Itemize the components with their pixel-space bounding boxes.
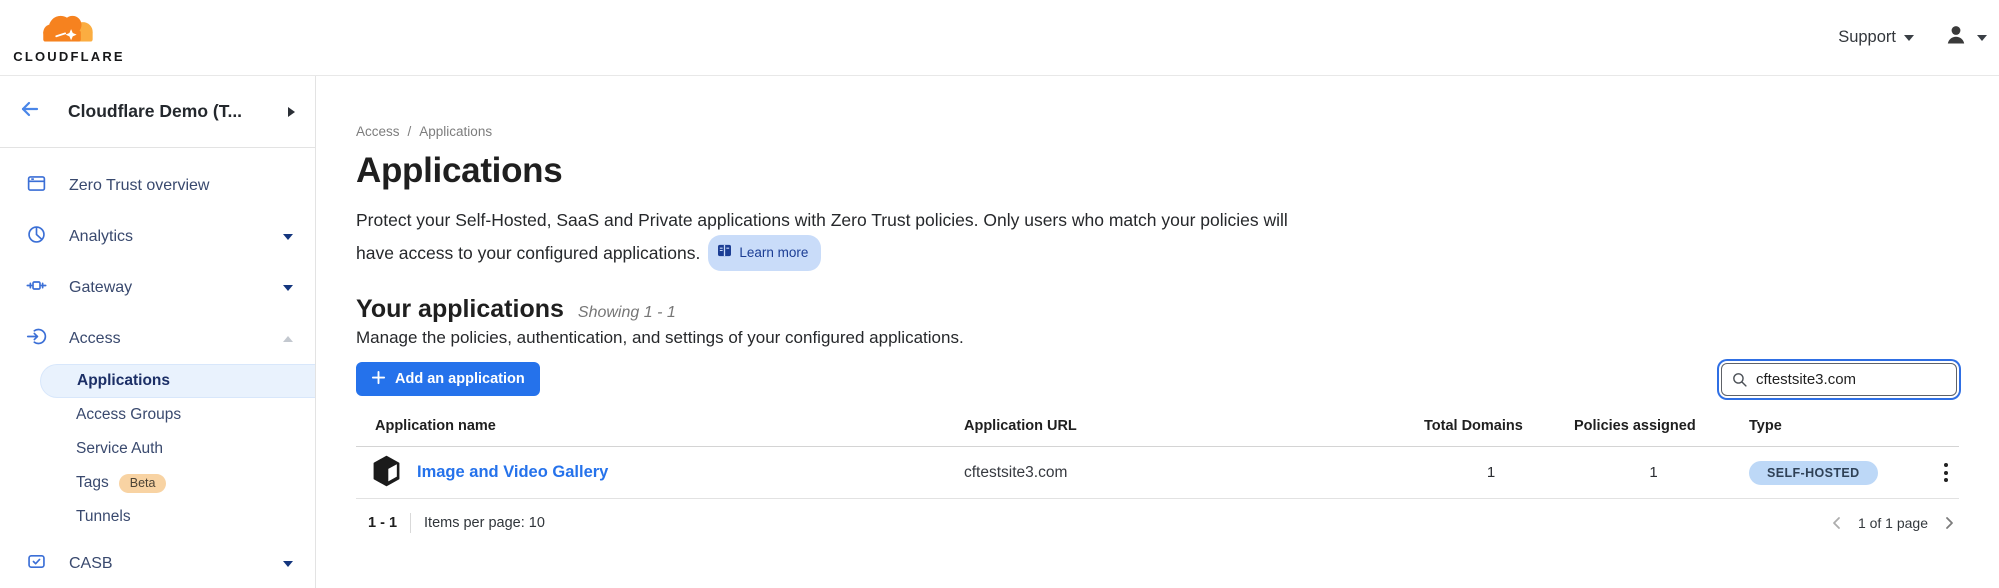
row-actions-kebab-icon[interactable] bbox=[1932, 459, 1959, 486]
sidebar-item-label: Tags bbox=[76, 474, 109, 492]
sidebar-item-service-auth[interactable]: Service Auth bbox=[0, 432, 315, 466]
back-arrow-icon[interactable] bbox=[18, 97, 42, 126]
cloudflare-wordmark: CLOUDFLARE bbox=[13, 49, 125, 64]
chevron-up-icon bbox=[283, 336, 293, 342]
applications-table: Application name Application URL Total D… bbox=[356, 418, 1959, 533]
section-header: Your applications Showing 1 - 1 bbox=[356, 295, 1959, 324]
account-expand-icon[interactable] bbox=[288, 107, 295, 117]
column-application-name: Application name bbox=[356, 418, 956, 434]
search-input[interactable] bbox=[1721, 363, 1957, 396]
breadcrumb-separator: / bbox=[408, 124, 412, 139]
column-type: Type bbox=[1741, 418, 1926, 434]
page-description: Protect your Self-Hosted, SaaS and Priva… bbox=[356, 205, 1301, 271]
sidebar-item-label: Service Auth bbox=[76, 440, 163, 458]
top-bar: CLOUDFLARE Support bbox=[0, 0, 1999, 76]
policies-assigned-cell: 1 bbox=[1566, 464, 1741, 481]
next-page-icon[interactable] bbox=[1941, 515, 1957, 531]
sidebar-item-zero-trust-overview[interactable]: Zero Trust overview bbox=[0, 160, 315, 211]
learn-more-link[interactable]: Learn more bbox=[708, 235, 821, 271]
sidebar-item-tags[interactable]: Tags Beta bbox=[0, 466, 315, 500]
search-box bbox=[1721, 363, 1957, 396]
sidebar-item-label: Applications bbox=[77, 372, 170, 390]
application-url-cell: cftestsite3.com bbox=[956, 464, 1416, 482]
column-policies-assigned: Policies assigned bbox=[1566, 418, 1741, 434]
sidebar-item-label: Zero Trust overview bbox=[69, 177, 293, 195]
footer-divider bbox=[410, 513, 411, 533]
page-description-text: Protect your Self-Hosted, SaaS and Priva… bbox=[356, 210, 1288, 263]
sidebar-item-label: Access Groups bbox=[76, 406, 181, 424]
table-footer: 1 - 1 Items per page: 10 1 of 1 page bbox=[356, 499, 1959, 533]
sidebar-item-label: Tunnels bbox=[76, 508, 131, 526]
sidebar-item-access-groups[interactable]: Access Groups bbox=[0, 398, 315, 432]
section-title: Your applications bbox=[356, 295, 564, 324]
page-status: 1 of 1 page bbox=[1858, 515, 1928, 531]
cloudflare-logo[interactable]: CLOUDFLARE bbox=[14, 11, 124, 64]
sidebar-item-tunnels[interactable]: Tunnels bbox=[0, 500, 315, 534]
showing-count: Showing 1 - 1 bbox=[578, 304, 676, 322]
previous-page-icon[interactable] bbox=[1829, 515, 1845, 531]
sidebar-item-label: CASB bbox=[69, 555, 283, 573]
pagination-left: 1 - 1 Items per page: 10 bbox=[368, 513, 545, 533]
toolbar: Add an application bbox=[356, 362, 1959, 396]
book-icon bbox=[717, 238, 732, 268]
table-header-row: Application name Application URL Total D… bbox=[356, 418, 1959, 447]
application-link[interactable]: Image and Video Gallery bbox=[417, 463, 608, 482]
pie-chart-icon bbox=[26, 224, 47, 250]
section-subtitle: Manage the policies, authentication, and… bbox=[356, 328, 1959, 348]
type-cell: SELF-HOSTED bbox=[1741, 461, 1926, 485]
plus-icon bbox=[371, 370, 386, 389]
column-total-domains: Total Domains bbox=[1416, 418, 1566, 434]
application-name-cell: Image and Video Gallery bbox=[356, 454, 956, 492]
add-application-label: Add an application bbox=[395, 371, 525, 387]
sidebar-nav: Zero Trust overview Analytics Gateway bbox=[0, 148, 315, 588]
casb-check-icon bbox=[26, 551, 47, 577]
total-domains-cell: 1 bbox=[1416, 464, 1566, 481]
gateway-icon bbox=[26, 275, 47, 301]
application-cube-icon bbox=[371, 454, 402, 492]
search-icon bbox=[1731, 371, 1748, 393]
type-badge: SELF-HOSTED bbox=[1749, 461, 1878, 485]
learn-more-label: Learn more bbox=[739, 238, 808, 268]
breadcrumb-current: Applications bbox=[419, 124, 492, 139]
support-menu[interactable]: Support bbox=[1838, 28, 1914, 47]
sidebar-item-applications[interactable]: Applications bbox=[40, 364, 315, 398]
sidebar-item-gateway[interactable]: Gateway bbox=[0, 262, 315, 313]
sidebar-item-label: Gateway bbox=[69, 279, 283, 297]
beta-badge: Beta bbox=[119, 474, 167, 493]
table-row: Image and Video Gallery cftestsite3.com … bbox=[356, 447, 1959, 499]
add-application-button[interactable]: Add an application bbox=[356, 362, 540, 396]
sidebar: Cloudflare Demo (T... Zero Trust overvie… bbox=[0, 76, 316, 588]
chevron-down-icon bbox=[283, 561, 293, 567]
chevron-down-icon bbox=[1904, 35, 1914, 41]
main-content: Access / Applications Applications Prote… bbox=[316, 76, 1999, 588]
sidebar-item-access[interactable]: Access bbox=[0, 313, 315, 364]
account-switcher: Cloudflare Demo (T... bbox=[0, 76, 315, 148]
breadcrumb: Access / Applications bbox=[356, 124, 1959, 139]
sidebar-item-label: Analytics bbox=[69, 228, 283, 246]
cloudflare-cloud-icon bbox=[33, 11, 105, 48]
account-name[interactable]: Cloudflare Demo (T... bbox=[68, 101, 288, 122]
user-icon bbox=[1944, 23, 1968, 52]
chevron-down-icon bbox=[283, 285, 293, 291]
sidebar-item-analytics[interactable]: Analytics bbox=[0, 211, 315, 262]
column-application-url: Application URL bbox=[956, 418, 1416, 434]
chevron-down-icon bbox=[283, 234, 293, 240]
items-per-page: Items per page: 10 bbox=[424, 515, 545, 531]
sidebar-item-casb[interactable]: CASB bbox=[0, 538, 315, 588]
overview-window-icon bbox=[26, 173, 47, 199]
top-bar-right: Support bbox=[1838, 23, 1989, 52]
chevron-down-icon bbox=[1977, 35, 1987, 41]
sidebar-item-label: Access bbox=[69, 330, 283, 348]
breadcrumb-access[interactable]: Access bbox=[356, 124, 400, 139]
access-login-icon bbox=[26, 326, 47, 352]
support-label: Support bbox=[1838, 28, 1896, 47]
user-menu[interactable] bbox=[1944, 23, 1987, 52]
pagination-right: 1 of 1 page bbox=[1829, 515, 1957, 531]
pagination-range: 1 - 1 bbox=[368, 515, 397, 531]
page-title: Applications bbox=[356, 151, 1959, 191]
